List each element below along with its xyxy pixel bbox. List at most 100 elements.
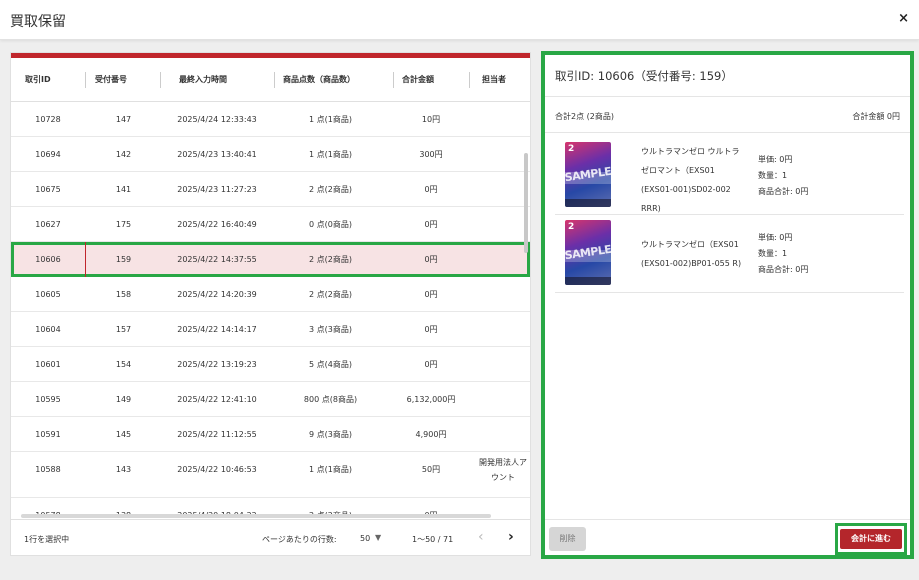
summary-item-count: 合計2点 (2商品) — [555, 112, 614, 121]
cell-reception-number: 145 — [115, 430, 132, 439]
cell-reception-number: 147 — [115, 115, 132, 124]
item-unit-price: 単価: 0円 — [758, 155, 793, 164]
table-row[interactable]: 10588 143 2025/4/22 10:46:53 1 点(1商品) 50… — [11, 452, 530, 498]
cell-reception-number: 154 — [115, 360, 132, 369]
detail-summary: 合計2点 (2商品) 合計金額 0円 — [545, 97, 910, 133]
detail-item[interactable]: 2 SAMPLE ウルトラマンゼロ（EXS01 (EXS01-002)BP01-… — [555, 215, 904, 293]
cell-item-count: 5 点(4商品) — [309, 360, 352, 369]
cell-staff: 開発用法人ア ウント — [474, 452, 530, 498]
cell-time: 2025/4/23 13:40:41 — [177, 150, 257, 159]
cell-item-count: 2 点(2商品) — [309, 290, 352, 299]
item-unit-price: 単価: 0円 — [758, 233, 793, 242]
close-icon[interactable]: × — [898, 11, 909, 26]
cell-time: 2025/4/22 10:46:53 — [177, 465, 257, 474]
item-quantity: 数量：1 — [758, 249, 788, 258]
detail-item[interactable]: 2 SAMPLE ウルトラマンゼロ ウルトラ ゼロマント（EXS01 (EXS0… — [555, 137, 904, 215]
item-info: 単価: 0円 数量：1 商品合計: 0円 — [758, 152, 808, 200]
detail-footer: 削除 会計に進む — [545, 519, 910, 555]
cell-transaction-id: 10591 — [35, 430, 61, 439]
column-header-reception-number[interactable]: 受付番号 — [81, 58, 161, 102]
cell-transaction-id: 10627 — [35, 220, 61, 229]
cell-transaction-id: 10601 — [35, 360, 61, 369]
cell-total: 0円 — [424, 255, 438, 264]
table-row-selected[interactable]: 10606 159 2025/4/22 14:37:55 2 点(2商品) 0円 — [11, 242, 530, 277]
cell-transaction-id: 10604 — [35, 325, 61, 334]
rows-per-page-select[interactable]: 50 — [360, 534, 370, 543]
cell-staff — [474, 277, 530, 312]
cell-time: 2025/4/22 16:40:49 — [177, 220, 257, 229]
table-row[interactable]: 10604 157 2025/4/22 14:14:17 3 点(3商品) 0円 — [11, 312, 530, 347]
cell-item-count: 800 点(8商品) — [303, 395, 358, 404]
cell-item-count: 9 点(3商品) — [309, 430, 352, 439]
cell-time: 2025/4/20 18:04:22 — [161, 498, 273, 514]
cell-time: 2025/4/22 14:20:39 — [177, 290, 257, 299]
cell-reception-number: 158 — [115, 290, 132, 299]
cell-transaction-id: 10606 — [11, 242, 86, 277]
cell-item-count: 1 点(1商品) — [309, 465, 352, 474]
cell-staff — [474, 347, 530, 382]
cell-staff — [474, 498, 530, 514]
cell-staff — [474, 242, 530, 277]
table-row[interactable]: 10627 175 2025/4/22 16:40:49 0 点(0商品) 0円 — [11, 207, 530, 242]
cell-transaction-id: 10588 — [35, 465, 61, 474]
cell-reception-number: 149 — [115, 395, 132, 404]
cell-staff-line: 開発用法人ア — [479, 458, 527, 467]
cell-reception-number: 142 — [115, 150, 132, 159]
cell-total: 0円 — [424, 325, 438, 334]
cell-time: 2025/4/22 14:37:55 — [177, 255, 257, 264]
detail-title: 取引ID: 10606（受付番号: 159） — [555, 69, 733, 83]
checkout-button[interactable]: 会計に進む — [840, 529, 902, 549]
cell-total: 4,900円 — [415, 430, 447, 439]
cell-time: 2025/4/23 11:27:23 — [177, 185, 257, 194]
cell-item-count: 1 点(1商品) — [309, 150, 352, 159]
transaction-table-panel: 取引ID 受付番号 最終入力時間 商品点数（商品数） 合計金額 担当者 1072… — [10, 52, 531, 556]
column-header-item-count[interactable]: 商品点数（商品数） — [269, 58, 394, 102]
horizontal-scrollbar[interactable] — [21, 514, 491, 518]
cell-transaction-id: 10595 — [35, 395, 61, 404]
vertical-scrollbar[interactable] — [524, 153, 528, 253]
checkout-button-highlight: 会計に進む — [835, 523, 907, 555]
table-row[interactable]: 10605 158 2025/4/22 14:20:39 2 点(2商品) 0円 — [11, 277, 530, 312]
cell-time: 2025/4/22 12:41:10 — [177, 395, 257, 404]
cell-total: 0円 — [424, 185, 438, 194]
column-header-last-input-time[interactable]: 最終入力時間 — [165, 58, 275, 102]
cell-staff — [474, 172, 530, 207]
cell-item-count: 2 点(2商品) — [273, 498, 388, 514]
caret-down-icon[interactable]: ▼ — [375, 533, 381, 542]
column-header-transaction-id[interactable]: 取引ID — [11, 58, 86, 102]
cell-time: 2025/4/22 13:19:23 — [177, 360, 257, 369]
pagination-range: 1〜50 / 71 — [412, 535, 454, 544]
table-row[interactable]: 10591 145 2025/4/22 11:12:55 9 点(3商品) 4,… — [11, 417, 530, 452]
chevron-left-icon[interactable]: ‹ — [478, 529, 484, 545]
cell-reception-number: 157 — [115, 325, 132, 334]
column-header-total-amount[interactable]: 合計金額 — [388, 58, 470, 102]
cell-total: 6,132,000円 — [406, 395, 456, 404]
table-row[interactable]: 10578 138 2025/4/20 18:04:22 2 点(2商品) 0円 — [11, 498, 530, 514]
transaction-detail-panel: 取引ID: 10606（受付番号: 159） 合計2点 (2商品) 合計金額 0… — [541, 51, 914, 559]
column-header-staff[interactable]: 担当者 — [468, 58, 530, 102]
chevron-right-icon[interactable]: › — [508, 529, 514, 545]
item-quantity: 数量：1 — [758, 171, 788, 180]
table-row[interactable]: 10675 141 2025/4/23 11:27:23 2 点(2商品) 0円 — [11, 172, 530, 207]
cell-staff — [474, 207, 530, 242]
cell-transaction-id: 10578 — [11, 498, 86, 514]
page-title: 買取保留 — [10, 14, 66, 30]
cell-total: 50円 — [421, 465, 441, 474]
table-body: 10728 147 2025/4/24 12:33:43 1 点(1商品) 10… — [11, 102, 530, 514]
table-row[interactable]: 10601 154 2025/4/22 13:19:23 5 点(4商品) 0円 — [11, 347, 530, 382]
card-image: 2 SAMPLE — [565, 142, 611, 207]
cell-total: 0円 — [424, 360, 438, 369]
delete-button[interactable]: 削除 — [549, 527, 586, 551]
cell-transaction-id: 10675 — [35, 185, 61, 194]
table-row[interactable]: 10694 142 2025/4/23 13:40:41 1 点(1商品) 30… — [11, 137, 530, 172]
cell-transaction-id: 10605 — [35, 290, 61, 299]
cell-total: 10円 — [421, 115, 441, 124]
cell-transaction-id: 10728 — [35, 115, 61, 124]
table-row[interactable]: 10595 149 2025/4/22 12:41:10 800 点(8商品) … — [11, 382, 530, 417]
table-row[interactable]: 10728 147 2025/4/24 12:33:43 1 点(1商品) 10… — [11, 102, 530, 137]
selected-count: 1行を選択中 — [24, 535, 70, 544]
item-name: ウルトラマンゼロ ウルトラ ゼロマント（EXS01 (EXS01-001)SD0… — [641, 147, 740, 213]
cell-staff — [474, 137, 530, 172]
cell-staff — [474, 102, 530, 137]
cell-time: 2025/4/22 14:14:17 — [177, 325, 257, 334]
